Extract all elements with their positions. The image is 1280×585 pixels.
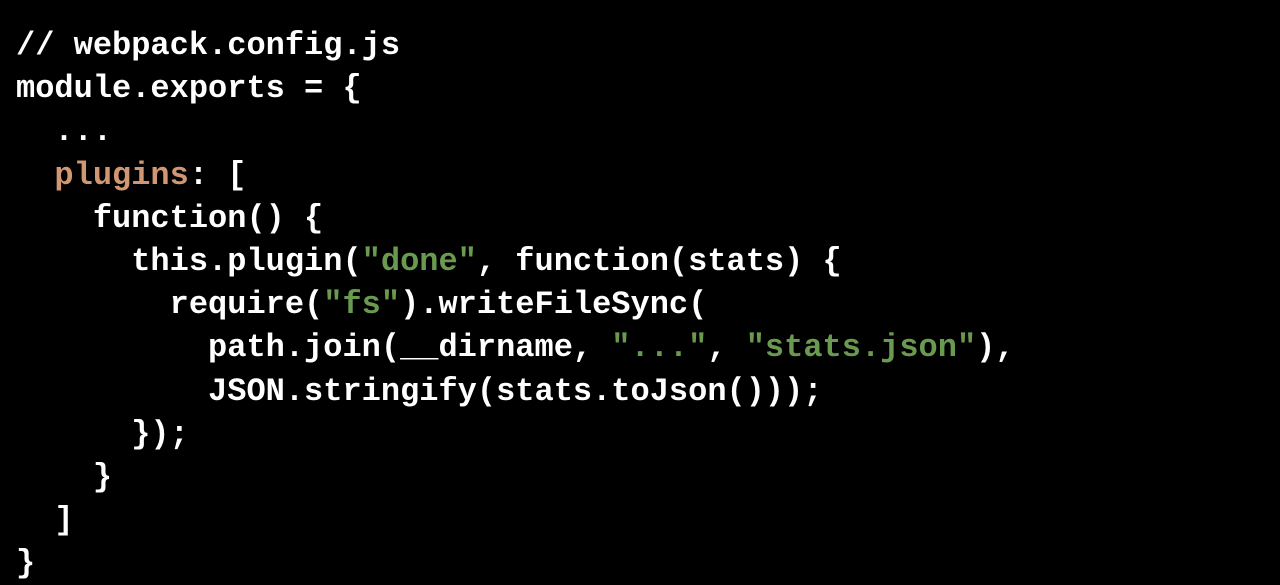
code-line: }); [16,416,189,453]
code-line: , [707,329,745,366]
code-line: ] [16,502,74,539]
code-line: ).writeFileSync( [400,286,707,323]
code-line: path.join(__dirname, [16,329,611,366]
code-line: JSON.stringify(stats.toJson())); [16,373,823,410]
code-comment: // webpack.config.js [16,27,400,64]
code-line: } [16,459,112,496]
code-line: ), [976,329,1014,366]
code-line: } [16,545,35,582]
code-line: : [ [189,157,247,194]
code-string-ellipsis: "..." [611,329,707,366]
code-string-fs: "fs" [323,286,400,323]
code-line [16,157,54,194]
code-snippet: // webpack.config.js module.exports = { … [16,24,1264,585]
code-string-statsjson: "stats.json" [746,329,976,366]
code-line: module.exports = { [16,70,362,107]
code-line: this.plugin( [16,243,362,280]
code-line: , function(stats) { [477,243,842,280]
code-line: require( [16,286,323,323]
code-key-plugins: plugins [54,157,188,194]
code-string-done: "done" [362,243,477,280]
code-line: ... [16,113,112,150]
code-line: function() { [16,200,323,237]
